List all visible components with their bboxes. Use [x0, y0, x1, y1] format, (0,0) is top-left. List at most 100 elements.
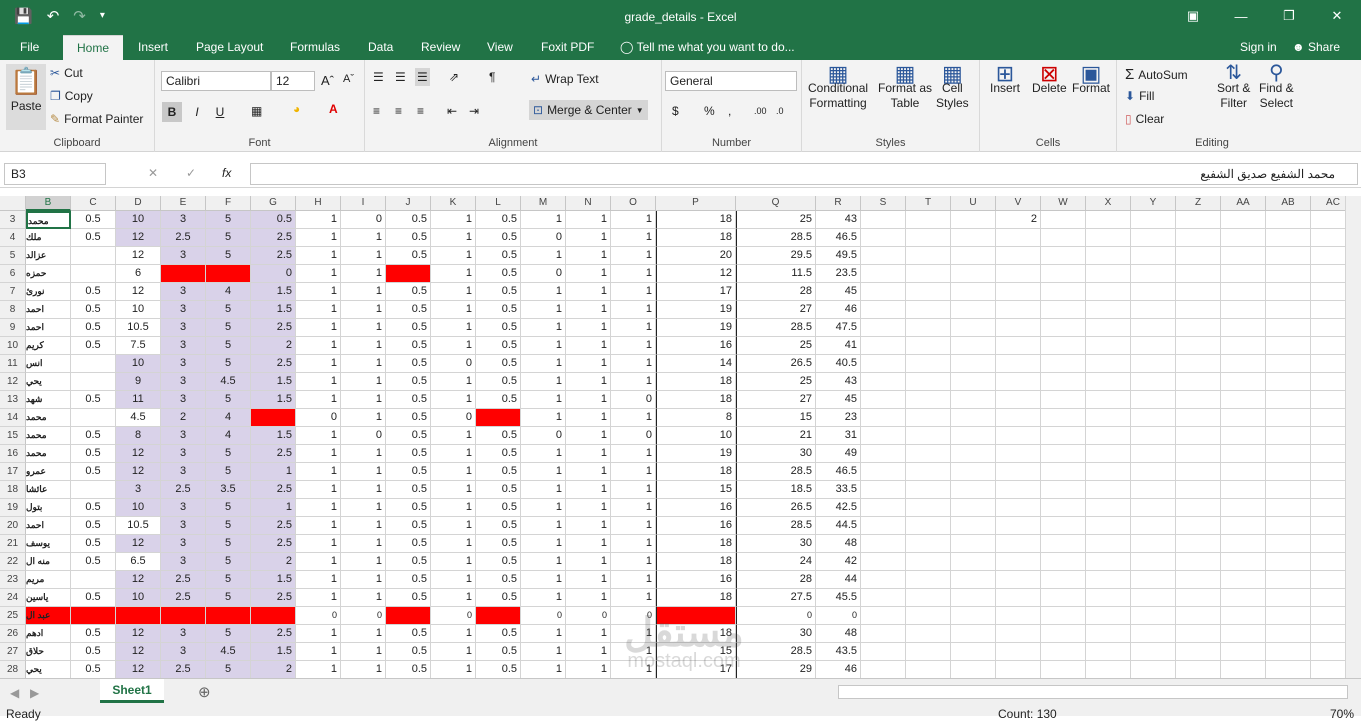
row-header[interactable]: 24 [0, 589, 26, 607]
grade-cell[interactable]: 0 [341, 427, 386, 445]
grade-cell[interactable]: 1 [431, 589, 476, 607]
grade-cell[interactable]: 1 [521, 337, 566, 355]
grade-cell[interactable]: 1 [611, 211, 656, 229]
grade-cell[interactable]: 3 [161, 463, 206, 481]
grade-cell[interactable]: 4.5 [206, 373, 251, 391]
grade-cell[interactable]: 1 [521, 517, 566, 535]
empty-cell[interactable] [1041, 211, 1086, 229]
grade-cell[interactable]: 0.5 [386, 427, 431, 445]
grade-cell[interactable] [71, 265, 116, 283]
student-name-cell[interactable]: محمد [26, 427, 71, 445]
grade-cell[interactable]: 1 [341, 589, 386, 607]
grade-cell[interactable]: 1 [521, 643, 566, 661]
empty-cell[interactable] [1131, 499, 1176, 517]
column-header-f[interactable]: F [206, 196, 251, 211]
grade-cell[interactable]: 1 [341, 517, 386, 535]
grade-cell[interactable]: 1.5 [251, 283, 296, 301]
grade-cell[interactable]: 28.5 [736, 319, 816, 337]
column-header-aa[interactable]: AA [1221, 196, 1266, 211]
empty-cell[interactable] [1176, 553, 1221, 571]
empty-cell[interactable] [1221, 607, 1266, 625]
empty-cell[interactable] [1131, 445, 1176, 463]
row-header[interactable]: 6 [0, 265, 26, 283]
empty-cell[interactable] [1176, 625, 1221, 643]
empty-cell[interactable] [906, 535, 951, 553]
grade-cell[interactable]: 1 [611, 319, 656, 337]
grade-cell[interactable]: 1 [296, 265, 341, 283]
empty-cell[interactable] [1311, 211, 1345, 229]
grade-cell[interactable]: 10 [116, 355, 161, 373]
grade-cell[interactable]: 12 [116, 445, 161, 463]
grade-cell[interactable]: 1 [341, 337, 386, 355]
grade-cell[interactable]: 0.5 [71, 499, 116, 517]
row-header[interactable]: 20 [0, 517, 26, 535]
grade-cell[interactable]: 5 [206, 499, 251, 517]
empty-cell[interactable] [1131, 625, 1176, 643]
grade-cell[interactable]: 2.5 [161, 589, 206, 607]
empty-cell[interactable] [1221, 445, 1266, 463]
tab-review[interactable]: Review [421, 40, 460, 54]
grade-cell[interactable]: 0.5 [71, 337, 116, 355]
grade-cell[interactable]: 1 [296, 373, 341, 391]
grade-cell[interactable]: 46 [816, 661, 861, 678]
grade-cell[interactable]: 16 [656, 571, 736, 589]
empty-cell[interactable] [1266, 499, 1311, 517]
align-right-icon[interactable]: ≡ [417, 104, 424, 118]
grade-cell[interactable]: 0 [431, 607, 476, 625]
grade-cell[interactable]: 1 [296, 625, 341, 643]
empty-cell[interactable] [1266, 229, 1311, 247]
grade-cell[interactable]: 1 [296, 463, 341, 481]
grade-cell[interactable]: 10 [116, 589, 161, 607]
student-name-cell[interactable]: منه ال [26, 553, 71, 571]
grade-cell[interactable]: 1 [296, 301, 341, 319]
grade-cell[interactable]: 0.5 [386, 283, 431, 301]
grade-cell[interactable]: 19 [656, 445, 736, 463]
grade-cell[interactable]: 0.5 [386, 535, 431, 553]
empty-cell[interactable] [906, 373, 951, 391]
empty-cell[interactable] [861, 553, 906, 571]
grade-cell[interactable]: 1 [431, 625, 476, 643]
column-header-t[interactable]: T [906, 196, 951, 211]
empty-cell[interactable] [861, 643, 906, 661]
grade-cell[interactable]: 1 [611, 283, 656, 301]
empty-cell[interactable] [1266, 535, 1311, 553]
column-header-p[interactable]: P [656, 196, 736, 211]
grade-cell[interactable]: 12 [116, 463, 161, 481]
empty-cell[interactable] [1221, 571, 1266, 589]
grade-cell[interactable]: 0.5 [71, 301, 116, 319]
grade-cell[interactable]: 0.5 [386, 445, 431, 463]
grade-cell[interactable]: 27 [736, 301, 816, 319]
grade-cell[interactable]: 1 [431, 301, 476, 319]
grade-cell[interactable]: 0.5 [386, 625, 431, 643]
empty-cell[interactable] [951, 283, 996, 301]
minimize-icon[interactable]: — [1217, 0, 1265, 32]
grade-cell[interactable]: 1 [566, 247, 611, 265]
empty-cell[interactable] [1266, 391, 1311, 409]
grade-cell[interactable]: 12 [116, 661, 161, 678]
empty-cell[interactable] [1266, 427, 1311, 445]
grade-cell[interactable]: 1 [521, 481, 566, 499]
grade-cell[interactable]: 1 [566, 391, 611, 409]
grade-cell[interactable] [71, 355, 116, 373]
grade-cell[interactable]: 11.5 [736, 265, 816, 283]
grade-cell[interactable]: 2 [251, 661, 296, 678]
grade-cell[interactable]: 0.5 [386, 373, 431, 391]
grade-cell[interactable]: 1 [566, 409, 611, 427]
empty-cell[interactable] [1266, 643, 1311, 661]
grade-cell[interactable]: 3 [161, 427, 206, 445]
grade-cell[interactable]: 27.5 [736, 589, 816, 607]
grade-cell[interactable]: 0.5 [386, 499, 431, 517]
empty-cell[interactable] [1176, 373, 1221, 391]
font-color-icon[interactable]: A [329, 102, 338, 116]
grade-cell[interactable]: 0.5 [386, 337, 431, 355]
empty-cell[interactable] [861, 211, 906, 229]
grade-cell[interactable]: 0 [296, 607, 341, 625]
grade-cell[interactable]: 44 [816, 571, 861, 589]
grade-cell[interactable]: 4.5 [206, 643, 251, 661]
grade-cell[interactable]: 0 [431, 409, 476, 427]
empty-cell[interactable] [1131, 319, 1176, 337]
column-header-g[interactable]: G [251, 196, 296, 211]
empty-cell[interactable] [861, 229, 906, 247]
empty-cell[interactable] [1221, 265, 1266, 283]
grade-cell[interactable]: 1 [431, 337, 476, 355]
